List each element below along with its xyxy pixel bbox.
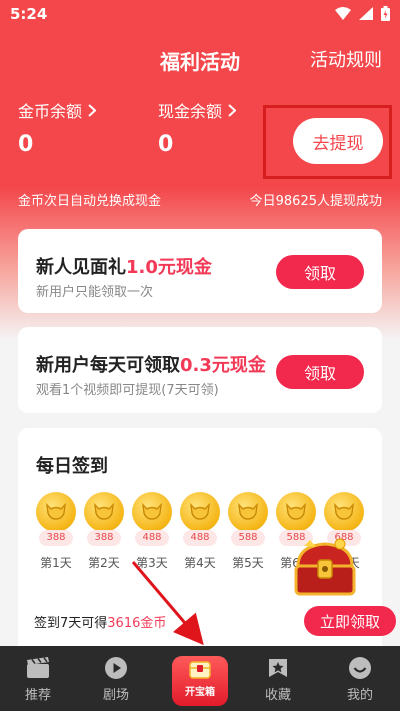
claim-button[interactable]: 领取 (276, 255, 364, 289)
tab-label: 推荐 (24, 688, 51, 703)
coin-icon (36, 492, 76, 532)
tab-label: 我的 (346, 688, 373, 703)
note-amount: 3616金币 (107, 616, 167, 631)
card-subtitle: 新用户只能领取一次 (36, 285, 154, 300)
cash-balance-label: 现金余额 (158, 102, 223, 121)
battery-icon (381, 6, 390, 21)
day-label: 第3天 (136, 556, 168, 570)
tab-recommend[interactable]: 推荐 (3, 654, 73, 703)
newbie-gift-card: 新人见面礼1.0元现金 新用户只能领取一次 领取 (18, 229, 382, 313)
clapperboard-icon (27, 657, 49, 678)
treasure-box-icon (189, 661, 211, 679)
card-title: 新人见面礼1.0元现金 (36, 253, 212, 279)
coin-icon (324, 492, 364, 532)
smile-icon (349, 657, 371, 679)
checkin-day[interactable]: 488 第4天 (180, 492, 220, 571)
withdraw-button[interactable]: 去提现 (293, 118, 383, 164)
tab-label: 收藏 (264, 688, 291, 703)
cash-balance-link[interactable]: 现金余额 (158, 98, 237, 122)
cash-balance-value: 0 (158, 132, 174, 157)
coin-icon (84, 492, 124, 532)
day-label: 第1天 (40, 556, 72, 570)
coin-balance-value: 0 (18, 132, 34, 157)
day-label: 第5天 (232, 556, 264, 570)
status-icons (335, 6, 390, 21)
auto-exchange-note: 金币次日自动兑换成现金 (18, 194, 162, 209)
tab-label: 剧场 (102, 688, 129, 703)
claim-button[interactable]: 领取 (276, 355, 364, 389)
checkin-day[interactable]: 588 第5天 (228, 492, 268, 571)
coin-amount: 488 (183, 530, 217, 546)
card-subtitle: 观看1个视频即可提现(7天可领) (36, 383, 219, 398)
tab-label: 开宝箱 (185, 687, 215, 698)
withdraw-count-note: 今日98625人提现成功 (249, 194, 382, 209)
note-text: 签到7天可得 (34, 616, 108, 631)
coin-balance-link[interactable]: 金币余额 (18, 98, 97, 122)
checkin-day[interactable]: 388 第2天 (84, 492, 124, 571)
coin-amount: 388 (87, 530, 121, 546)
activity-rules-link[interactable]: 活动规则 (310, 46, 382, 72)
tab-open-treasure[interactable] (172, 656, 228, 706)
play-icon (105, 657, 127, 679)
wifi-icon (335, 7, 351, 20)
card-title-text: 新人见面礼 (36, 257, 126, 278)
daily-cash-card: 新用户每天可领取0.3元现金 观看1个视频即可提现(7天可领) 领取 (18, 327, 382, 413)
card-title-text: 新用户每天可领取 (36, 355, 180, 376)
chevron-right-icon (228, 103, 237, 117)
day-label: 第4天 (184, 556, 216, 570)
coin-icon (180, 492, 220, 532)
coin-amount: 588 (231, 530, 265, 546)
checkin-reward-note: 签到7天可得3616金币 (34, 612, 166, 631)
card-amount: 1.0元现金 (126, 257, 212, 278)
checkin-day[interactable]: 388 第1天 (36, 492, 76, 571)
coin-icon (276, 492, 316, 532)
coin-balance-label: 金币余额 (18, 102, 83, 121)
coin-amount: 388 (39, 530, 73, 546)
card-amount: 0.3元现金 (180, 355, 266, 376)
day-label: 第2天 (88, 556, 120, 570)
star-box-icon (269, 659, 287, 677)
claim-now-button[interactable]: 立即领取 (304, 606, 396, 636)
tab-theater[interactable]: 剧场 (81, 654, 151, 703)
status-time: 5:24 (10, 5, 48, 23)
status-bar: 5:24 (0, 0, 400, 28)
tab-favorites[interactable]: 收藏 (243, 654, 313, 703)
coin-amount: 488 (135, 530, 169, 546)
tab-mine[interactable]: 我的 (325, 654, 395, 703)
card-title: 新用户每天可领取0.3元现金 (36, 351, 266, 377)
checkin-day[interactable]: 488 第3天 (132, 492, 172, 571)
signal-icon (359, 7, 373, 20)
treasure-chest-icon (294, 538, 356, 596)
coin-icon (132, 492, 172, 532)
chevron-right-icon (88, 103, 97, 117)
checkin-title: 每日签到 (36, 456, 108, 477)
coin-icon (228, 492, 268, 532)
